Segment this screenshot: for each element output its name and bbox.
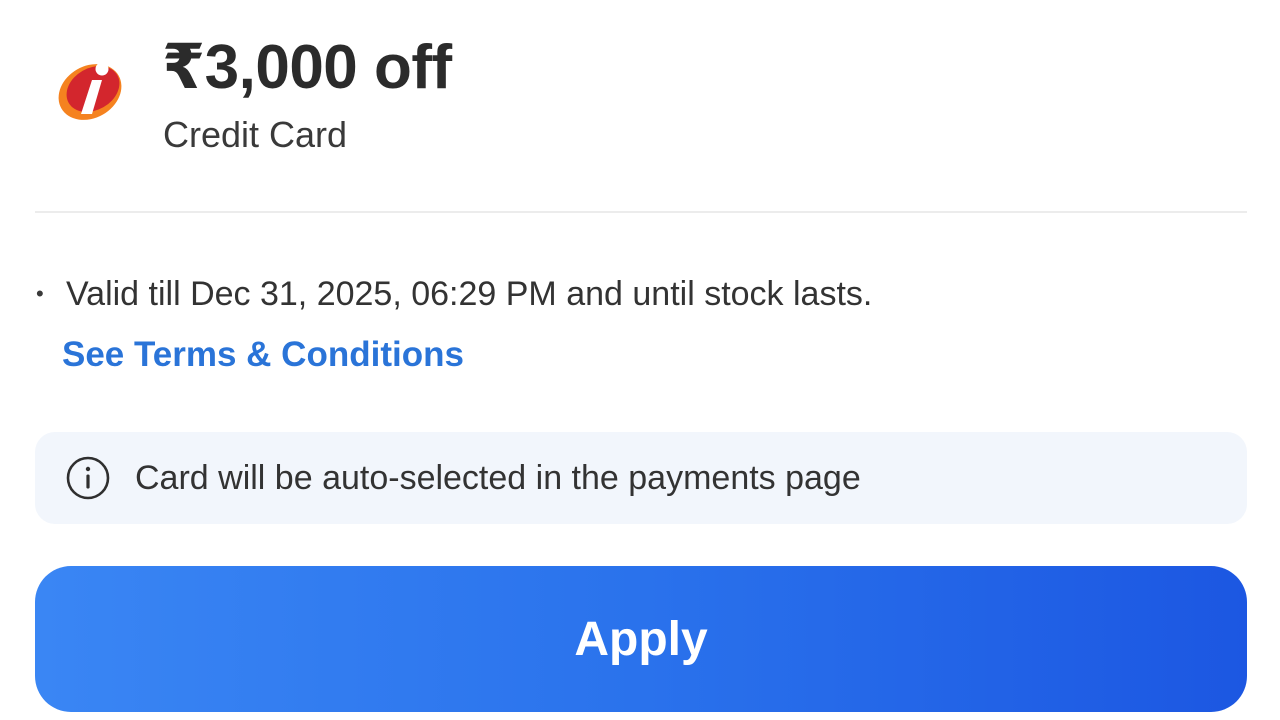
info-text: Card will be auto-selected in the paymen…: [135, 458, 861, 497]
validity-text: Valid till Dec 31, 2025, 06:29 PM and un…: [66, 274, 873, 313]
bullet: •: [36, 281, 44, 306]
divider: [35, 211, 1247, 213]
offer-amount: ₹3,000 off: [162, 33, 452, 102]
offer-header: ₹3,000 off Credit Card: [0, 0, 1280, 210]
offer-sheet: ₹3,000 off Credit Card • Valid till Dec …: [0, 0, 1280, 720]
info-icon: [65, 455, 111, 501]
offer-card-type: Credit Card: [163, 114, 348, 155]
terms-conditions-link[interactable]: See Terms & Conditions: [62, 333, 464, 377]
bank-logo-icon: [52, 52, 128, 128]
info-banner: Card will be auto-selected in the paymen…: [35, 432, 1247, 524]
validity-item: • Valid till Dec 31, 2025, 06:29 PM and …: [36, 270, 872, 318]
apply-button[interactable]: Apply: [35, 566, 1247, 712]
